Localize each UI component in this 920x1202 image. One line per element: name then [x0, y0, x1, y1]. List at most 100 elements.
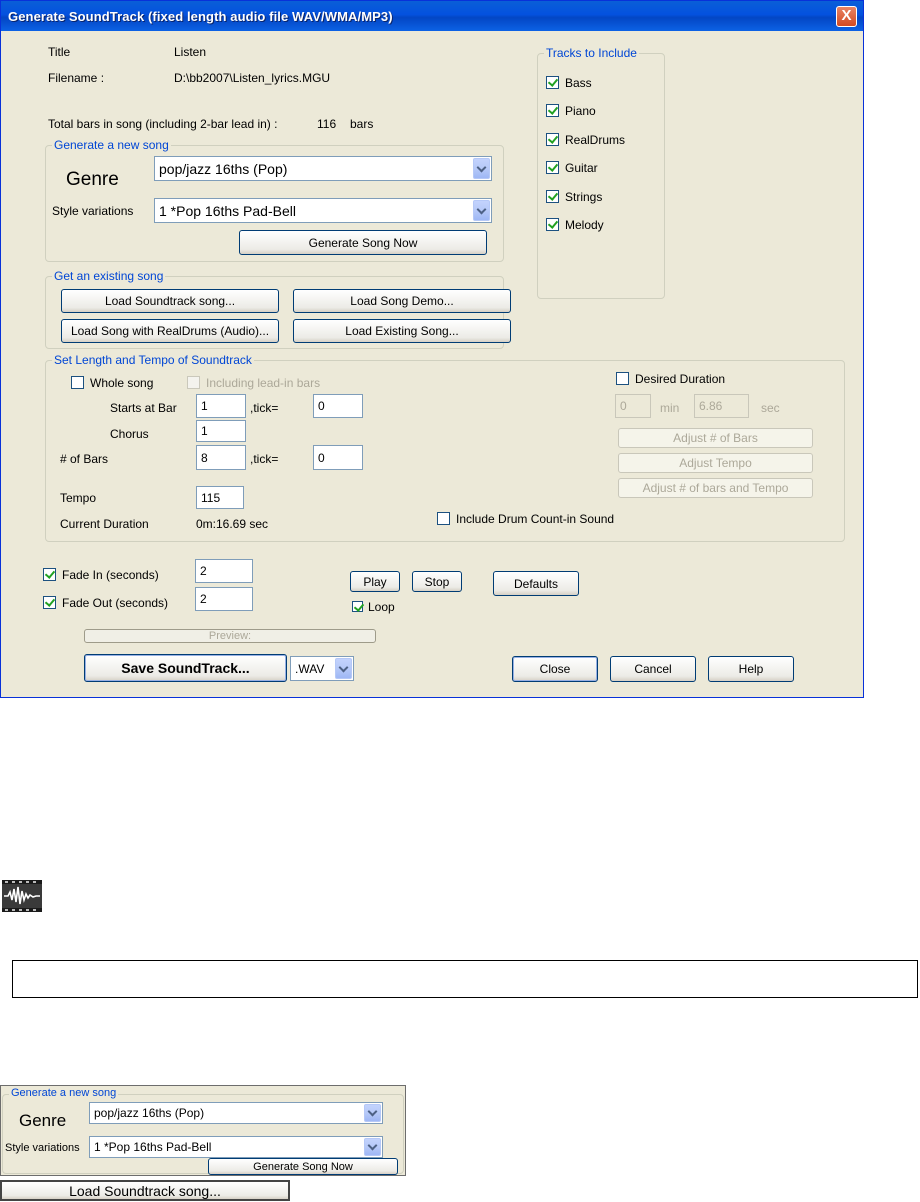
generate-song-group-zoom: Generate a new song Genre pop/jazz 16ths…	[0, 1085, 406, 1176]
load-existing-song-button[interactable]: Load Existing Song...	[293, 319, 511, 343]
fade-out-checkbox[interactable]	[43, 596, 56, 609]
existing-song-group: Get an existing song Load Soundtrack son…	[45, 269, 511, 349]
window-title: Generate SoundTrack (fixed length audio …	[8, 9, 393, 24]
tempo-label: Tempo	[60, 491, 97, 505]
whole-song-label: Whole song	[90, 376, 154, 390]
bars-input[interactable]: 8	[196, 445, 246, 470]
track-guitar-label: Guitar	[565, 161, 598, 175]
adjust-tempo-button[interactable]: Adjust Tempo	[618, 453, 813, 473]
track-realdrums-checkbox[interactable]	[546, 133, 559, 146]
track-bass-label: Bass	[565, 76, 592, 90]
save-soundtrack-button[interactable]: Save SoundTrack...	[84, 654, 287, 682]
drum-countin-label: Include Drum Count-in Sound	[456, 512, 615, 526]
style-variations-label-zoom: Style variations	[5, 1142, 80, 1154]
help-button[interactable]: Help	[708, 656, 794, 682]
chorus-input[interactable]: 1	[196, 420, 246, 442]
close-button[interactable]: Close	[512, 656, 598, 682]
desired-min-input[interactable]: 0	[615, 394, 651, 418]
including-leadin-label: Including lead-in bars	[206, 376, 321, 390]
track-strings-checkbox[interactable]	[546, 190, 559, 203]
loop-checkbox[interactable]	[352, 601, 363, 612]
track-realdrums-label: RealDrums	[565, 133, 626, 147]
starts-at-bar-label: Starts at Bar	[110, 401, 177, 415]
load-song-realdrums-button[interactable]: Load Song with RealDrums (Audio)...	[61, 319, 279, 343]
chorus-label: Chorus	[110, 427, 149, 441]
close-icon[interactable]: X	[836, 6, 857, 27]
title-value: Listen	[174, 45, 207, 59]
existing-song-group-title: Get an existing song	[52, 269, 166, 283]
current-duration-value: 0m:16.69 sec	[196, 517, 269, 531]
genre-select-zoom[interactable]: pop/jazz 16ths (Pop)	[89, 1102, 383, 1124]
including-leadin-checkbox[interactable]	[187, 376, 200, 389]
style-variations-select-value: 1 *Pop 16ths Pad-Bell	[159, 202, 296, 219]
filename-value: D:\bb2007\Listen_lyrics.MGU	[174, 71, 331, 85]
genre-select-value: pop/jazz 16ths (Pop)	[159, 160, 288, 177]
dialog-client: Title Listen Filename : D:\bb2007\Listen…	[4, 31, 860, 694]
track-melody-checkbox[interactable]	[546, 218, 559, 231]
whole-song-checkbox[interactable]	[71, 376, 84, 389]
adjust-bars-tempo-button[interactable]: Adjust # of bars and Tempo	[618, 478, 813, 498]
style-variations-select-zoom[interactable]: 1 *Pop 16ths Pad-Bell	[89, 1136, 383, 1158]
load-song-demo-button[interactable]: Load Song Demo...	[293, 289, 511, 313]
fade-out-label: Fade Out (seconds)	[62, 596, 169, 610]
fade-in-input[interactable]: 2	[195, 559, 253, 583]
track-piano-label: Piano	[565, 104, 596, 118]
chevron-down-icon[interactable]	[473, 200, 490, 221]
format-select-value: .WAV	[295, 661, 325, 676]
fade-in-checkbox[interactable]	[43, 568, 56, 581]
chevron-down-icon[interactable]	[364, 1138, 381, 1156]
length-tempo-group-title: Set Length and Tempo of Soundtrack	[52, 353, 254, 367]
title-bar[interactable]: Generate SoundTrack (fixed length audio …	[1, 1, 863, 31]
adjust-bars-button[interactable]: Adjust # of Bars	[618, 428, 813, 448]
bars-label: # of Bars	[60, 452, 109, 466]
total-bars-value: 116	[317, 117, 337, 131]
total-bars-unit: bars	[350, 117, 374, 131]
tracks-group-title: Tracks to Include	[544, 46, 639, 60]
start-tick-input[interactable]: 0	[313, 394, 363, 418]
note-box	[12, 960, 918, 998]
genre-select-zoom-value: pop/jazz 16ths (Pop)	[94, 1106, 205, 1120]
min-label: min	[660, 401, 680, 415]
generate-song-group-title: Generate a new song	[52, 138, 171, 152]
tracks-group: Tracks to Include Bass Piano RealDrums G…	[537, 46, 665, 299]
style-variations-label: Style variations	[52, 204, 134, 218]
stop-button[interactable]: Stop	[412, 571, 462, 592]
track-guitar-checkbox[interactable]	[546, 161, 559, 174]
format-select[interactable]: .WAV	[290, 656, 354, 681]
track-bass-checkbox[interactable]	[546, 76, 559, 89]
genre-select[interactable]: pop/jazz 16ths (Pop)	[154, 156, 492, 181]
bars-tick-label: ,tick=	[250, 452, 279, 466]
cancel-button[interactable]: Cancel	[610, 656, 696, 682]
play-button[interactable]: Play	[350, 571, 400, 592]
generate-song-group: Generate a new song Genre pop/jazz 16ths…	[45, 138, 504, 262]
desired-duration-checkbox[interactable]	[616, 372, 629, 385]
starts-at-bar-input[interactable]: 1	[196, 394, 246, 418]
generate-song-group-zoom-title: Generate a new song	[9, 1087, 119, 1099]
chevron-down-icon[interactable]	[335, 658, 352, 679]
bars-tick-input[interactable]: 0	[313, 445, 363, 470]
drum-countin-checkbox[interactable]	[437, 512, 450, 525]
genre-label: Genre	[66, 169, 119, 190]
title-label: Title	[48, 45, 71, 59]
sec-label: sec	[761, 401, 780, 415]
chevron-down-icon[interactable]	[364, 1104, 381, 1122]
load-soundtrack-song-button[interactable]: Load Soundtrack song...	[61, 289, 279, 313]
load-soundtrack-song-button-zoom[interactable]: Load Soundtrack song...	[0, 1180, 290, 1201]
tempo-input[interactable]: 115	[196, 486, 244, 509]
total-bars-label: Total bars in song (including 2-bar lead…	[48, 117, 278, 131]
filename-label: Filename :	[48, 71, 105, 85]
length-tempo-group: Set Length and Tempo of Soundtrack Whole…	[45, 353, 845, 542]
fade-out-input[interactable]: 2	[195, 587, 253, 611]
fade-in-label: Fade In (seconds)	[62, 568, 159, 582]
defaults-button[interactable]: Defaults	[493, 571, 579, 596]
generate-song-now-button-zoom[interactable]: Generate Song Now	[208, 1158, 398, 1175]
track-strings-label: Strings	[565, 190, 603, 204]
generate-song-now-button[interactable]: Generate Song Now	[239, 230, 487, 255]
start-tick-label: ,tick=	[250, 401, 279, 415]
style-variations-select-zoom-value: 1 *Pop 16ths Pad-Bell	[94, 1140, 212, 1154]
genre-label-zoom: Genre	[19, 1111, 67, 1130]
track-piano-checkbox[interactable]	[546, 104, 559, 117]
chevron-down-icon[interactable]	[473, 158, 490, 179]
style-variations-select[interactable]: 1 *Pop 16ths Pad-Bell	[154, 198, 492, 223]
desired-sec-input[interactable]: 6.86	[694, 394, 749, 418]
